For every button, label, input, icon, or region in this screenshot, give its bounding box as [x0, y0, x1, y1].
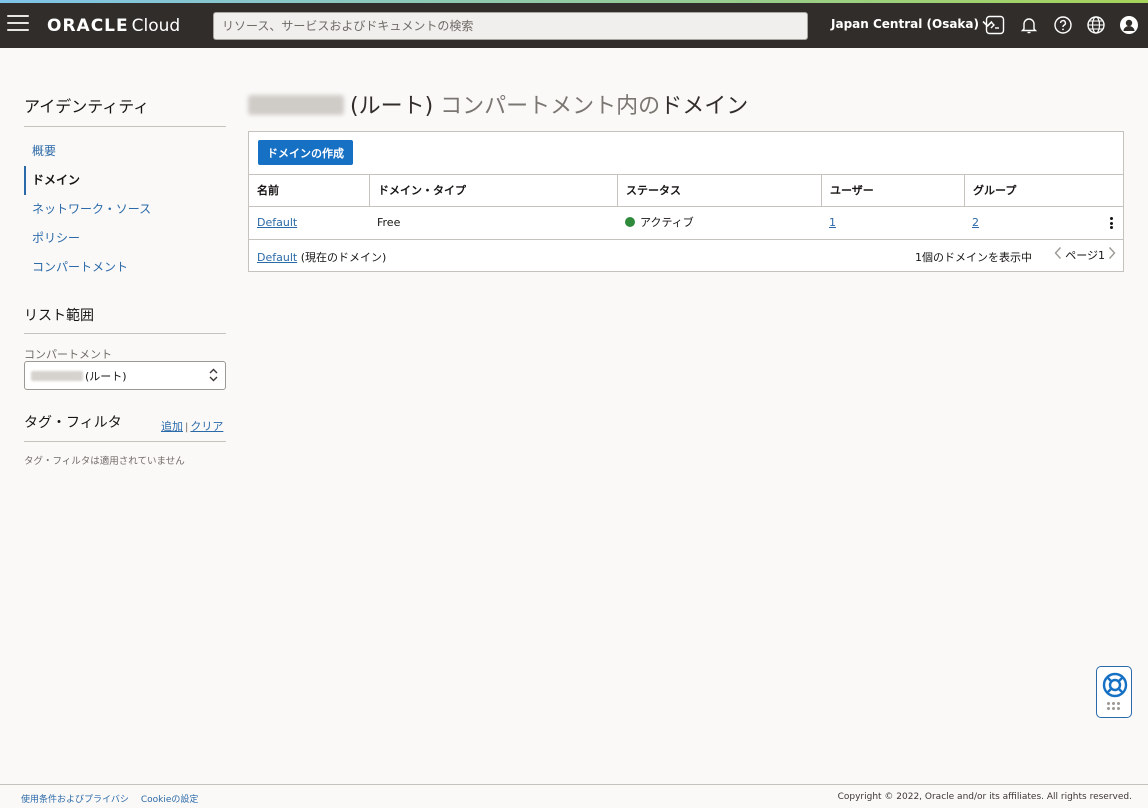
globe-icon[interactable]	[1086, 15, 1106, 35]
divider	[24, 333, 226, 334]
list-scope-title: リスト範囲	[24, 308, 94, 324]
result-count: 1個のドメインを表示中	[915, 251, 1032, 264]
page-title-root: (ルート)	[350, 94, 434, 119]
region-label: Japan Central (Osaka)	[831, 17, 979, 31]
tag-filter-note: タグ・フィルタは適用されていません	[24, 456, 185, 467]
column-header-status[interactable]: ステータス	[617, 175, 821, 206]
sidebar-nav: 概要 ドメイン ネットワーク・ソース ポリシー コンパートメント	[24, 137, 226, 282]
chevron-right-icon[interactable]	[1107, 246, 1117, 263]
column-header-groups[interactable]: グループ	[964, 175, 1123, 206]
status-active-icon	[625, 217, 635, 227]
column-header-domain-type[interactable]: ドメイン・タイプ	[369, 175, 617, 206]
redacted-tenancy-name	[31, 370, 83, 381]
cell-domain-type: Free	[377, 216, 401, 229]
sidebar-item-overview[interactable]: 概要	[24, 137, 226, 166]
cell-name: Default	[249, 207, 297, 239]
bell-icon[interactable]	[1019, 15, 1039, 35]
oracle-cloud-logo[interactable]: ORACLE Cloud	[47, 16, 180, 36]
current-domain-note: Default (現在のドメイン)	[257, 249, 386, 265]
page-title-end: ドメイン	[660, 94, 749, 119]
cookie-settings-link[interactable]: Cookieの設定	[141, 795, 199, 805]
groups-count-link[interactable]: 2	[972, 216, 979, 229]
chevron-left-icon[interactable]	[1053, 246, 1063, 263]
page-title: (ルート) コンパートメント内のドメイン	[248, 88, 748, 120]
page-title-middle: コンパートメント内の	[440, 94, 661, 119]
column-header-users[interactable]: ユーザー	[821, 175, 964, 206]
table-row: Default Free アクティブ 1 2	[249, 207, 1123, 240]
column-header-name[interactable]: 名前	[249, 175, 369, 206]
redacted-tenancy-name	[248, 95, 344, 115]
tag-filter-title: タグ・フィルタ	[24, 415, 122, 431]
copyright-text: Copyright © 2022, Oracle and/or its affi…	[837, 792, 1132, 802]
tag-clear-link[interactable]: クリア	[190, 420, 223, 433]
top-navigation-bar: ORACLECloud Japan Central (Osaka)	[0, 3, 1148, 48]
current-domain-label: (現在のドメイン)	[300, 251, 387, 264]
select-arrows-icon	[209, 368, 218, 384]
cloud-shell-icon[interactable]	[985, 15, 1005, 35]
search-input[interactable]	[213, 12, 808, 40]
page-footer: 使用条件およびプライバシ Cookieの設定 Copyright © 2022, …	[0, 784, 1148, 808]
status-label: アクティブ	[640, 216, 694, 229]
sidebar-item-policies[interactable]: ポリシー	[24, 224, 226, 253]
sidebar-title: アイデンティティ	[24, 97, 150, 116]
compartment-value: (ルート)	[85, 369, 127, 383]
sidebar-item-domains[interactable]: ドメイン	[24, 166, 226, 195]
tag-add-link[interactable]: 追加	[161, 420, 183, 433]
create-domain-button[interactable]: ドメインの作成	[258, 140, 353, 165]
user-profile-icon[interactable]	[1119, 15, 1139, 35]
domain-name-link[interactable]: Default	[257, 216, 297, 229]
divider	[24, 441, 226, 442]
drag-handle-icon[interactable]	[1107, 702, 1123, 712]
cell-status: アクティブ	[617, 207, 694, 239]
page-indicator: ページ1	[1065, 248, 1105, 262]
tag-filter-actions: 追加 | クリア	[161, 418, 223, 434]
table-header: 名前 ドメイン・タイプ ステータス ユーザー グループ	[249, 174, 1123, 207]
users-count-link[interactable]: 1	[829, 216, 836, 229]
cell-users: 1	[821, 207, 836, 239]
compartment-select[interactable]: (ルート)	[24, 361, 226, 390]
menu-icon[interactable]	[7, 15, 29, 35]
row-actions-kebab-icon[interactable]	[1109, 217, 1115, 231]
region-selector[interactable]: Japan Central (Osaka)	[831, 17, 993, 31]
terms-privacy-link[interactable]: 使用条件およびプライバシ	[21, 795, 129, 805]
help-lifebuoy-widget[interactable]	[1096, 666, 1132, 718]
sidebar-item-compartments[interactable]: コンパートメント	[24, 253, 226, 282]
sidebar-item-network-sources[interactable]: ネットワーク・ソース	[24, 195, 226, 224]
current-domain-link[interactable]: Default	[257, 251, 297, 264]
lifebuoy-icon	[1102, 672, 1128, 698]
divider	[24, 126, 226, 127]
compartment-label: コンパートメント	[24, 348, 112, 361]
help-icon[interactable]	[1053, 15, 1073, 35]
cell-groups: 2	[964, 207, 979, 239]
domains-table: ドメインの作成 名前 ドメイン・タイプ ステータス ユーザー グループ Defa…	[248, 131, 1124, 272]
table-footer: Default (現在のドメイン) 1個のドメインを表示中 ページ1	[249, 241, 1123, 271]
pagination: ページ1	[1053, 246, 1117, 263]
tag-link-separator: |	[185, 422, 189, 433]
